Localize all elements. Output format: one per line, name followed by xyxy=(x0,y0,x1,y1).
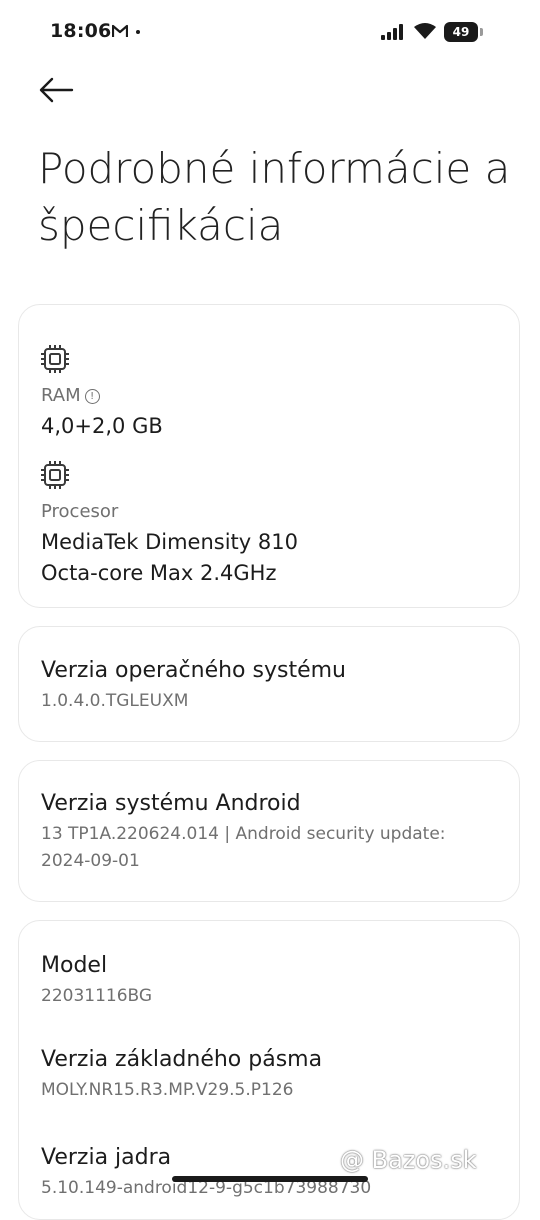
info-icon[interactable]: ! xyxy=(84,389,100,404)
os-version-title: Verzia operačného systému xyxy=(41,658,346,683)
signal-icon xyxy=(381,24,403,40)
processor-value-line2: Octa-core Max 2.4GHz xyxy=(41,561,277,585)
android-version-title: Verzia systému Android xyxy=(41,791,301,816)
dot-icon xyxy=(136,30,140,34)
chip-icon xyxy=(41,461,69,489)
model-value: 22031116BG xyxy=(41,986,153,1006)
baseband-value: MOLY.NR15.R3.MP.V29.5.P126 xyxy=(41,1080,294,1100)
processor-label: Procesor xyxy=(41,501,119,522)
watermark: @ Bazos.sk xyxy=(340,1146,477,1174)
android-version-card[interactable]: Verzia systému Android 13 TP1A.220624.01… xyxy=(18,760,520,902)
status-time: 18:06 xyxy=(50,20,112,42)
battery-level: 49 xyxy=(444,22,478,42)
os-version-value: 1.0.4.0.TGLEUXM xyxy=(41,691,189,711)
back-arrow-icon[interactable] xyxy=(36,70,76,110)
kernel-title: Verzia jadra xyxy=(41,1145,172,1170)
processor-value-line1: MediaTek Dimensity 810 xyxy=(41,530,298,554)
android-version-line1: 13 TP1A.220624.014 | Android security up… xyxy=(41,824,446,844)
battery-cap xyxy=(480,28,483,36)
page-title: Podrobné informácie a špecifikácia xyxy=(38,144,511,250)
ram-value: 4,0+2,0 GB xyxy=(41,414,163,438)
ram-label: RAM xyxy=(41,385,81,406)
device-info-card: Model 22031116BG Verzia základného pásma… xyxy=(18,920,520,1220)
baseband-title: Verzia základného pásma xyxy=(41,1047,323,1072)
wifi-icon xyxy=(414,23,436,39)
ram-label-row: RAM! xyxy=(41,385,100,406)
battery-icon: 49 xyxy=(444,22,484,42)
specs-card: RAM! 4,0+2,0 GB Procesor MediaTek Dimens… xyxy=(18,304,520,608)
gmail-icon xyxy=(112,24,128,37)
chip-icon xyxy=(41,345,69,373)
status-bar: 18:06 49 xyxy=(0,0,540,64)
model-title: Model xyxy=(41,953,108,978)
android-version-line2: 2024-09-01 xyxy=(41,851,140,871)
home-indicator[interactable] xyxy=(172,1176,368,1182)
os-version-card[interactable]: Verzia operačného systému 1.0.4.0.TGLEUX… xyxy=(18,626,520,742)
